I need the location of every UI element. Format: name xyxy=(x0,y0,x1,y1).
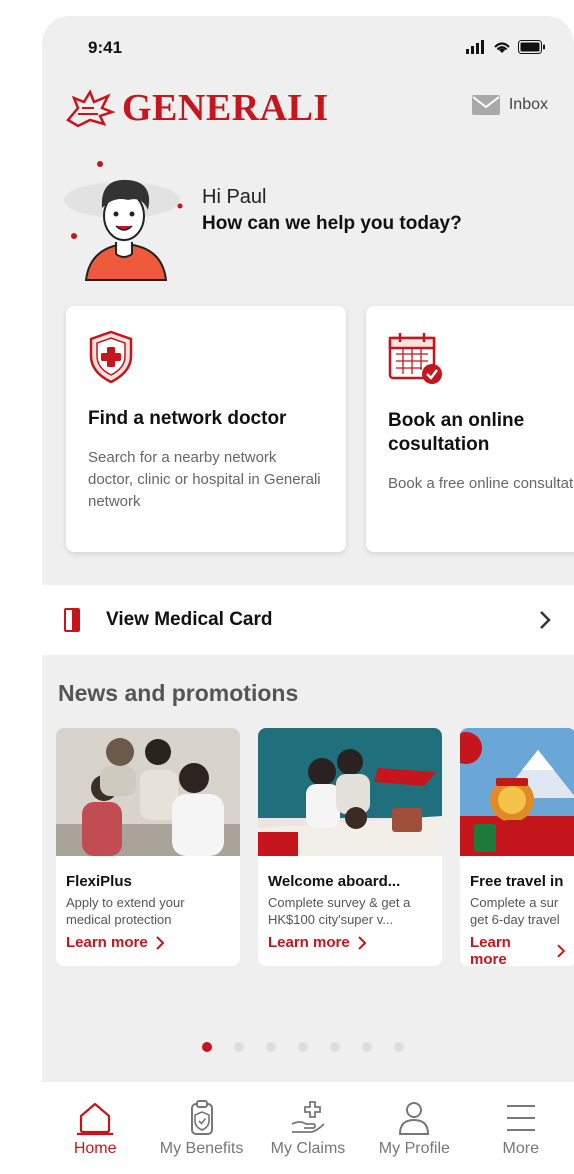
tab-my-profile[interactable]: My Profile xyxy=(369,1100,459,1174)
card-title: Find a network doctor xyxy=(88,408,287,429)
family-photo xyxy=(56,728,240,856)
home-icon xyxy=(77,1102,114,1136)
battery-icon xyxy=(518,40,545,54)
avatar-illustration xyxy=(64,161,183,281)
status-icons xyxy=(466,40,546,54)
promo-carousel[interactable]: FlexiPlus Apply to extend your medical p… xyxy=(56,728,574,966)
person-icon xyxy=(399,1102,430,1135)
chevron-right-icon xyxy=(557,944,566,958)
pagination-dot[interactable] xyxy=(362,1042,372,1052)
menu-icon xyxy=(506,1105,535,1131)
hand-cross-icon xyxy=(291,1101,325,1133)
promo-title: FlexiPlus xyxy=(66,873,132,890)
news-section: News and promotions FlexiPlus Apply to e… xyxy=(42,658,574,1082)
promo-title: Welcome aboard... xyxy=(268,873,401,890)
promo-card-welcome[interactable]: Welcome aboard... Complete survey & get … xyxy=(258,728,442,966)
mail-icon xyxy=(471,95,500,115)
service-cards: Find a network doctor Search for a nearb… xyxy=(66,306,574,552)
wifi-icon xyxy=(494,42,510,53)
promo-card-travel[interactable]: Free travel in Complete a sur get 6-day … xyxy=(460,728,574,966)
promo-card-flexiplus[interactable]: FlexiPlus Apply to extend your medical p… xyxy=(56,728,240,966)
tab-label: My Claims xyxy=(270,1140,346,1157)
signal-icon xyxy=(466,40,484,54)
card-desc: Book a free online consultation xyxy=(388,475,574,492)
pagination-dot[interactable] xyxy=(298,1042,308,1052)
chevron-right-icon xyxy=(357,935,367,950)
find-doctor-card[interactable]: Find a network doctor Search for a nearb… xyxy=(66,306,346,552)
pagination-dot[interactable] xyxy=(394,1042,404,1052)
chevron-right-icon xyxy=(540,611,551,629)
chevron-right-icon xyxy=(155,935,165,950)
bottom-tab-bar: Home My Benefits My Claims My Profile Mo… xyxy=(42,1082,574,1174)
brand-name: GENERALI xyxy=(122,87,329,129)
pagination-dot[interactable] xyxy=(266,1042,276,1052)
shield-cross-icon xyxy=(89,330,133,384)
medical-card-label: View Medical Card xyxy=(106,609,273,630)
brand-logo: GENERALI xyxy=(64,86,329,130)
tab-my-claims[interactable]: My Claims xyxy=(263,1100,353,1174)
greeting-hi: Hi Paul xyxy=(202,186,267,208)
learn-more-link[interactable]: Learn more xyxy=(268,934,432,951)
status-time: 9:41 xyxy=(88,38,123,57)
tab-my-benefits[interactable]: My Benefits xyxy=(157,1100,247,1174)
card-title: Book an online cosultation xyxy=(388,410,525,455)
view-medical-card-row[interactable]: View Medical Card xyxy=(42,585,574,655)
calendar-check-icon xyxy=(388,333,442,384)
tab-label: Home xyxy=(73,1140,117,1157)
promo-desc: Apply to extend your medical protection xyxy=(66,895,185,927)
carousel-pagination[interactable] xyxy=(202,1042,404,1052)
tab-label: My Profile xyxy=(378,1140,450,1157)
promo-desc: Complete a sur get 6-day travel xyxy=(470,895,560,927)
tab-more[interactable]: More xyxy=(476,1100,566,1174)
greeting-help: How can we help you today? xyxy=(202,213,462,234)
card-desc: Search for a nearby network doctor, clin… xyxy=(88,449,321,510)
learn-more-link[interactable]: Learn more xyxy=(66,934,230,951)
tab-home[interactable]: Home xyxy=(50,1100,140,1174)
lion-logo-icon xyxy=(66,89,116,128)
promo-desc: Complete survey & get a HK$100 city'supe… xyxy=(268,895,411,927)
pagination-dot[interactable] xyxy=(330,1042,340,1052)
learn-more-link[interactable]: Learn more xyxy=(470,934,566,966)
inbox-label: Inbox xyxy=(508,96,548,113)
app-screen: 9:41 GENERALI Inbox Hi Paul How can we h… xyxy=(42,16,574,1174)
news-heading: News and promotions xyxy=(58,680,299,706)
inbox-button[interactable]: Inbox xyxy=(471,94,548,116)
promo-title: Free travel in xyxy=(470,873,564,890)
pagination-dot[interactable] xyxy=(202,1042,212,1052)
medical-card-icon xyxy=(64,608,80,632)
pagination-dot[interactable] xyxy=(234,1042,244,1052)
picnic-photo xyxy=(258,728,442,856)
tab-label: My Benefits xyxy=(159,1140,244,1157)
tab-label: More xyxy=(502,1140,539,1157)
greeting: Hi Paul How can we help you today? xyxy=(202,186,462,235)
travel-lion-photo xyxy=(460,728,574,856)
book-consultation-card[interactable]: Book an online cosultation Book a free o… xyxy=(366,306,574,552)
user-name: Paul xyxy=(226,186,267,208)
clipboard-shield-icon xyxy=(190,1100,213,1135)
